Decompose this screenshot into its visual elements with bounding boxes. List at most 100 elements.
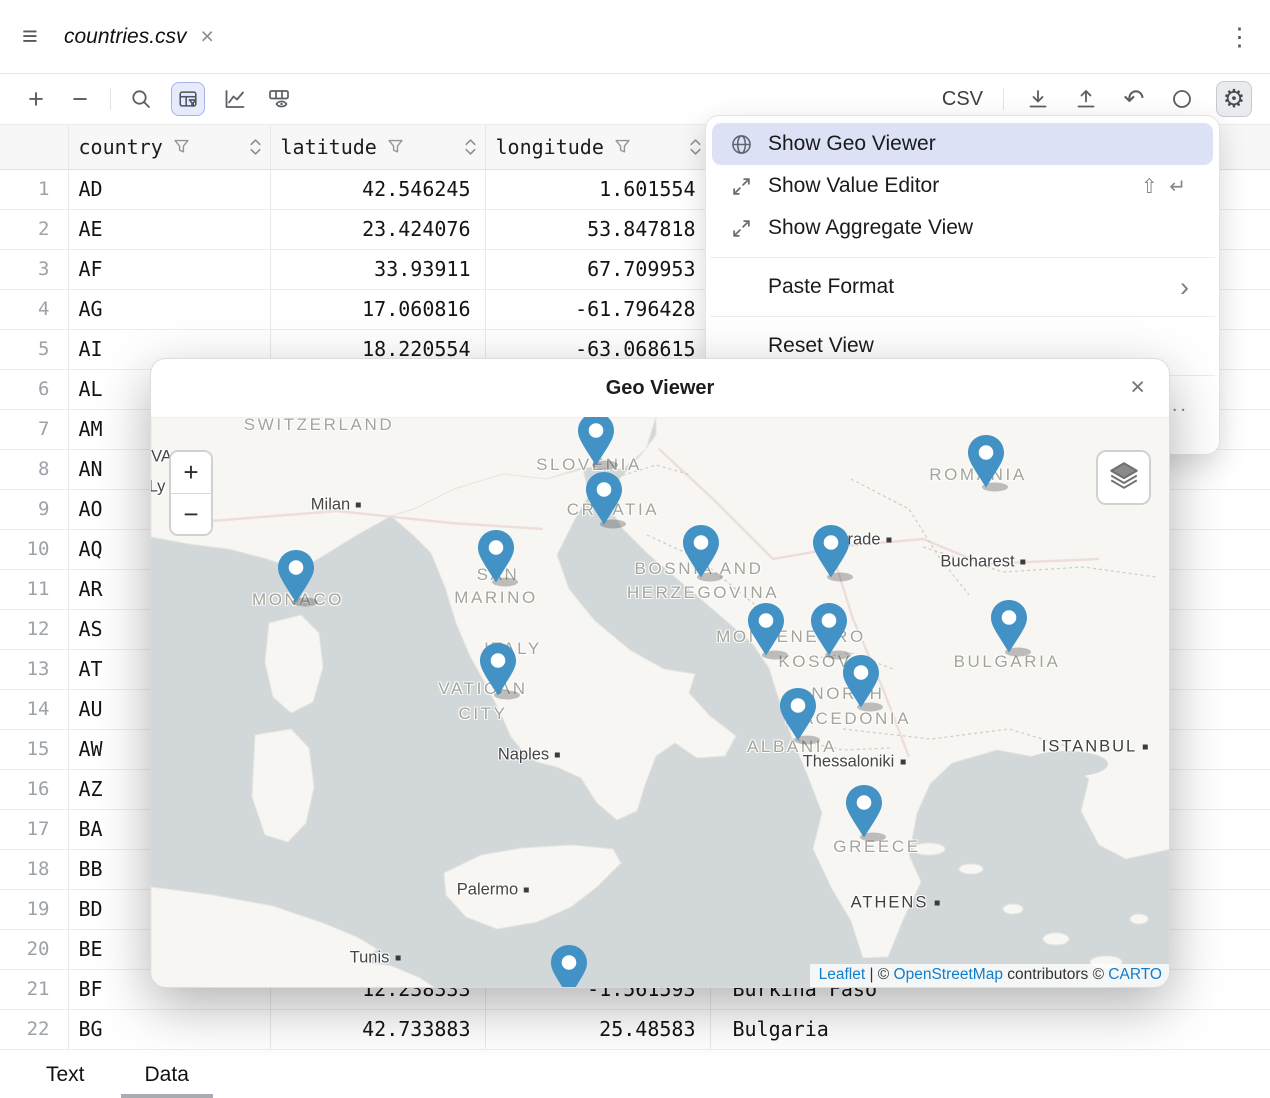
format-selector[interactable]: CSV (942, 88, 983, 111)
row-number[interactable]: 11 (0, 569, 68, 609)
column-header-longitude[interactable]: longitude (485, 125, 710, 169)
menu-item-show-aggregate-view[interactable]: Show Aggregate View (712, 207, 1213, 249)
undo-icon[interactable]: ↶ (1120, 85, 1148, 113)
layers-icon (1108, 459, 1140, 496)
cell-latitude[interactable]: 23.424076 (270, 209, 485, 249)
tab-data[interactable]: Data (141, 1051, 193, 1098)
cell-longitude[interactable]: 1.601554 (485, 169, 710, 209)
filter-icon[interactable] (615, 139, 630, 154)
row-number[interactable]: 15 (0, 729, 68, 769)
circle-icon[interactable] (1168, 85, 1196, 113)
cell-latitude[interactable]: 42.546245 (270, 169, 485, 209)
geo-viewer-dialog: Geo Viewer × (150, 358, 1170, 988)
gear-icon[interactable]: ⚙ (1216, 81, 1252, 117)
close-tab-icon[interactable]: × (201, 23, 214, 50)
map-label: Thessaloniki (803, 753, 906, 772)
menu-item-paste-format[interactable]: Paste Format › (712, 266, 1213, 308)
menu-item-label: Show Value Editor (768, 174, 939, 198)
zoom-out-button[interactable]: − (171, 493, 211, 534)
row-number[interactable]: 4 (0, 289, 68, 329)
map-pin-croatia[interactable] (581, 469, 627, 529)
cell-country[interactable]: AF (68, 249, 270, 289)
geo-viewer-titlebar[interactable]: Geo Viewer × (151, 359, 1169, 417)
row-number[interactable]: 20 (0, 929, 68, 969)
file-tab[interactable]: countries.csv × (64, 23, 214, 50)
menu-item-show-value-editor[interactable]: Show Value Editor ⇧ ↵ (712, 165, 1213, 207)
column-header-country[interactable]: country (68, 125, 270, 169)
row-number[interactable]: 1 (0, 169, 68, 209)
openstreetmap-link[interactable]: OpenStreetMap (894, 966, 1003, 983)
row-number[interactable]: 2 (0, 209, 68, 249)
row-number[interactable]: 6 (0, 369, 68, 409)
row-number[interactable]: 8 (0, 449, 68, 489)
leaflet-map[interactable]: SWITZERLANDSLOVENIACROATIAMilanMONACOSAN… (151, 417, 1170, 988)
map-pin-bosnia[interactable] (678, 522, 724, 582)
layers-control[interactable] (1096, 450, 1151, 505)
filter-icon[interactable] (388, 139, 403, 154)
row-number[interactable]: 14 (0, 689, 68, 729)
cell-latitude[interactable]: 42.733883 (270, 1009, 485, 1049)
column-header-latitude[interactable]: latitude (270, 125, 485, 169)
row-number[interactable]: 13 (0, 649, 68, 689)
sort-icon[interactable] (689, 138, 702, 156)
more-options-icon[interactable]: ⋮ (1227, 22, 1252, 52)
cell-name[interactable]: Bulgaria (710, 1009, 1270, 1049)
corner-cell[interactable] (0, 125, 68, 169)
map-pin-monaco[interactable] (273, 547, 319, 607)
hamburger-menu-icon[interactable]: ≡ (22, 21, 56, 52)
delete-row-button[interactable]: − (66, 85, 94, 113)
map-pin-malta[interactable] (546, 942, 592, 988)
cell-country[interactable]: AD (68, 169, 270, 209)
import-icon[interactable] (1024, 85, 1052, 113)
row-number[interactable]: 12 (0, 609, 68, 649)
map-pin-romania[interactable] (963, 432, 1009, 492)
filter-rows-icon[interactable] (171, 82, 205, 116)
add-row-button[interactable]: + (22, 85, 50, 113)
cell-longitude[interactable]: 25.48583 (485, 1009, 710, 1049)
map-pin-san-marino[interactable] (473, 527, 519, 587)
carto-link[interactable]: CARTO (1108, 966, 1162, 983)
search-icon[interactable] (127, 85, 155, 113)
row-number[interactable]: 5 (0, 329, 68, 369)
map-pin-greece[interactable] (841, 782, 887, 842)
sort-icon[interactable] (249, 138, 262, 156)
row-number[interactable]: 17 (0, 809, 68, 849)
row-number[interactable]: 18 (0, 849, 68, 889)
menu-item-show-geo-viewer[interactable]: Show Geo Viewer (712, 123, 1213, 165)
map-label: Bucharest (940, 553, 1025, 572)
map-pin-albania[interactable] (775, 685, 821, 745)
cell-longitude[interactable]: 53.847818 (485, 209, 710, 249)
cell-longitude[interactable]: -61.796428 (485, 289, 710, 329)
map-label: Naples (498, 746, 560, 765)
table-view-icon[interactable] (265, 85, 293, 113)
cell-latitude[interactable]: 17.060816 (270, 289, 485, 329)
tab-text[interactable]: Text (42, 1051, 89, 1098)
filter-icon[interactable] (174, 139, 189, 154)
row-number[interactable]: 22 (0, 1009, 68, 1049)
map-pin-bulgaria[interactable] (986, 597, 1032, 657)
cell-country[interactable]: AG (68, 289, 270, 329)
row-number[interactable]: 10 (0, 529, 68, 569)
sort-icon[interactable] (464, 138, 477, 156)
map-pin-north-macedonia[interactable] (838, 652, 884, 712)
row-number[interactable]: 9 (0, 489, 68, 529)
map-pin-serbia[interactable] (808, 522, 854, 582)
chart-icon[interactable] (221, 85, 249, 113)
close-dialog-icon[interactable]: × (1130, 373, 1145, 402)
cell-country[interactable]: AE (68, 209, 270, 249)
cell-longitude[interactable]: 67.709953 (485, 249, 710, 289)
row-number[interactable]: 7 (0, 409, 68, 449)
map-pin-montenegro[interactable] (743, 600, 789, 660)
map-pin-kosovo[interactable] (806, 600, 852, 660)
row-number[interactable]: 3 (0, 249, 68, 289)
row-number[interactable]: 16 (0, 769, 68, 809)
row-number[interactable]: 21 (0, 969, 68, 1009)
row-number[interactable]: 19 (0, 889, 68, 929)
cell-latitude[interactable]: 33.93911 (270, 249, 485, 289)
export-icon[interactable] (1072, 85, 1100, 113)
cell-country[interactable]: BG (68, 1009, 270, 1049)
zoom-in-button[interactable]: + (171, 452, 211, 493)
map-pin-slovenia[interactable] (573, 417, 619, 470)
map-pin-rome[interactable] (475, 640, 521, 700)
leaflet-link[interactable]: Leaflet (819, 966, 866, 983)
